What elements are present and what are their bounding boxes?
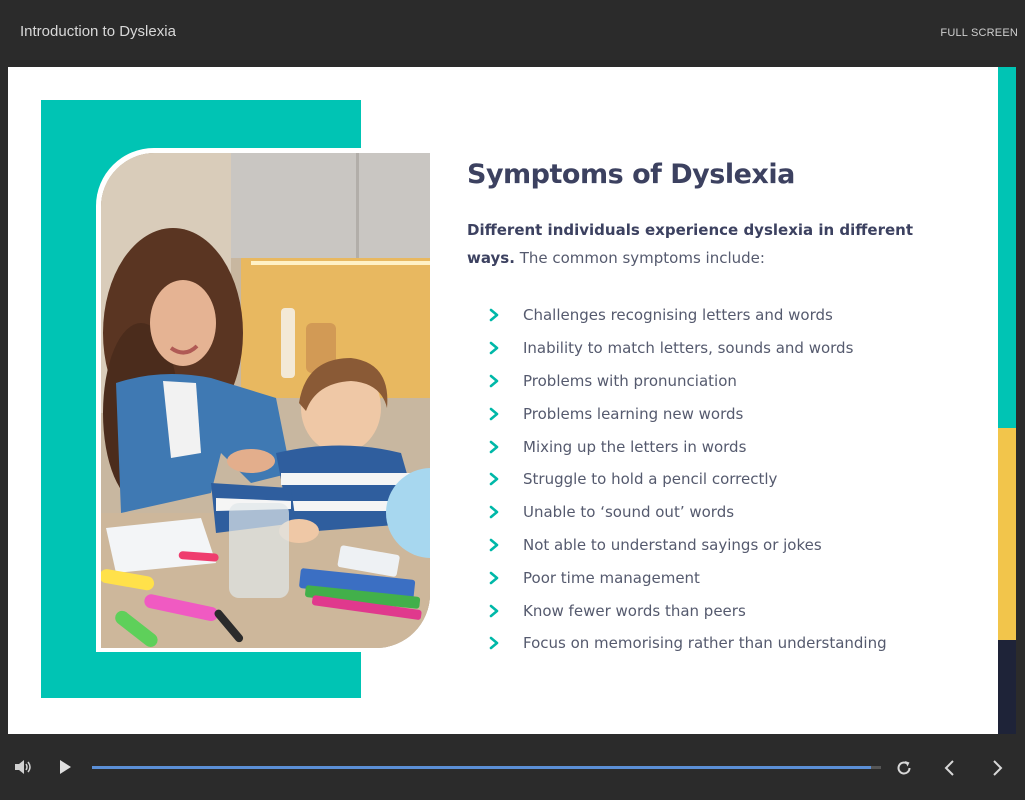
chevron-right-icon [487, 505, 501, 519]
list-item: Inability to match letters, sounds and w… [487, 332, 887, 365]
side-strip-yellow [998, 428, 1016, 640]
list-item: Struggle to hold a pencil correctly [487, 463, 887, 496]
list-item: Problems with pronunciation [487, 365, 887, 398]
list-item-text: Problems with pronunciation [523, 371, 737, 390]
chevron-right-icon [487, 472, 501, 486]
list-item: Problems learning new words [487, 397, 887, 430]
play-icon[interactable] [56, 758, 74, 776]
chevron-right-icon [487, 308, 501, 322]
volume-icon[interactable] [12, 758, 34, 776]
replay-icon[interactable] [894, 758, 914, 778]
fullscreen-button[interactable]: FULL SCREEN [940, 27, 1018, 39]
list-item: Not able to understand sayings or jokes [487, 529, 887, 562]
course-title: Introduction to Dyslexia [20, 23, 176, 40]
list-item: Mixing up the letters in words [487, 430, 887, 463]
list-item-text: Know fewer words than peers [523, 601, 746, 620]
chevron-right-icon [487, 636, 501, 650]
list-item-text: Focus on memorising rather than understa… [523, 634, 887, 653]
progress-bar[interactable] [92, 766, 881, 769]
chevron-right-icon [487, 604, 501, 618]
slide-intro: Different individuals experience dyslexi… [467, 216, 947, 272]
list-item-text: Inability to match letters, sounds and w… [523, 339, 854, 358]
list-item-text: Struggle to hold a pencil correctly [523, 470, 778, 489]
list-item-text: Poor time management [523, 568, 700, 587]
side-strip-navy [998, 640, 1016, 734]
list-item: Focus on memorising rather than understa… [487, 627, 887, 660]
list-item: Unable to ‘sound out’ words [487, 496, 887, 529]
chevron-right-icon [487, 374, 501, 388]
intro-rest: The common symptoms include: [514, 249, 765, 267]
top-bar: Introduction to Dyslexia FULL SCREEN [0, 0, 1025, 66]
list-item: Know fewer words than peers [487, 594, 887, 627]
slide: Symptoms of Dyslexia Different individua… [8, 67, 998, 734]
list-item-text: Problems learning new words [523, 404, 744, 423]
slide-heading: Symptoms of Dyslexia [467, 159, 795, 190]
chevron-right-icon [487, 341, 501, 355]
player-controls [0, 734, 1025, 800]
list-item-text: Challenges recognising letters and words [523, 306, 833, 325]
chevron-right-icon [487, 571, 501, 585]
progress-fill [92, 766, 871, 769]
side-strip-teal [998, 67, 1016, 428]
list-item: Challenges recognising letters and words [487, 299, 887, 332]
list-item-text: Unable to ‘sound out’ words [523, 503, 735, 522]
list-item-text: Not able to understand sayings or jokes [523, 535, 822, 554]
symptom-list: Challenges recognising letters and words… [487, 299, 887, 660]
chevron-right-icon [487, 538, 501, 552]
slide-photo [101, 153, 430, 648]
chevron-left-icon[interactable] [940, 758, 960, 778]
chevron-right-icon[interactable] [987, 758, 1007, 778]
chevron-right-icon [487, 440, 501, 454]
list-item-text: Mixing up the letters in words [523, 437, 747, 456]
chevron-right-icon [487, 407, 501, 421]
list-item: Poor time management [487, 561, 887, 594]
